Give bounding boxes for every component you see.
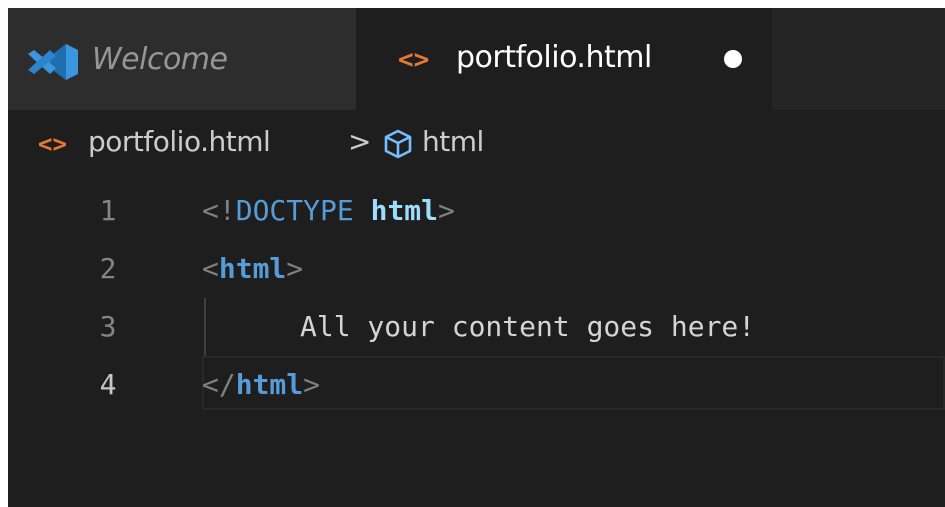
code-line[interactable]: 2 <html> xyxy=(8,240,945,298)
code-punct: > xyxy=(438,194,455,227)
code-text: </html> xyxy=(202,356,320,414)
html-code-icon: <> xyxy=(398,45,430,75)
code-punct: <! xyxy=(202,194,236,227)
code-line[interactable]: 3 All your content goes here! xyxy=(8,298,945,356)
unsaved-dot-icon[interactable] xyxy=(724,50,742,68)
code-punct: > xyxy=(286,252,304,285)
code-text: <html> xyxy=(202,240,303,298)
code-keyword: DOCTYPE xyxy=(235,194,354,227)
code-line[interactable]: 4 </html> xyxy=(8,356,945,414)
breadcrumb-file[interactable]: portfolio.html xyxy=(88,122,271,162)
tab-bar: Welcome <> portfolio.html xyxy=(8,8,945,110)
tab-portfolio-html[interactable]: <> portfolio.html xyxy=(356,8,772,110)
tab-welcome-label: Welcome xyxy=(92,42,228,77)
code-punct: </ xyxy=(202,368,236,401)
code-attribute: html xyxy=(370,194,439,227)
code-editor[interactable]: 1 <!DOCTYPE html> 2 <html> 3 All your co… xyxy=(8,182,945,507)
cube-icon xyxy=(384,129,412,159)
code-line[interactable]: 1 <!DOCTYPE html> xyxy=(8,182,945,240)
tab-portfolio-html-label: portfolio.html xyxy=(456,40,652,75)
line-number: 1 xyxy=(99,194,117,227)
vscode-logo-icon xyxy=(28,44,78,80)
code-tag: html xyxy=(235,368,304,401)
breadcrumb-html-code-icon: <> xyxy=(38,130,67,158)
code-text: All your content goes here! xyxy=(300,310,756,343)
breadcrumb-separator: > xyxy=(348,125,372,158)
code-punct: < xyxy=(202,252,219,285)
line-number: 3 xyxy=(99,310,117,343)
tab-welcome[interactable]: Welcome xyxy=(8,8,356,110)
breadcrumb: <> portfolio.html > html xyxy=(8,110,945,182)
code-punct: > xyxy=(303,368,321,401)
code-text: <!DOCTYPE html> xyxy=(202,182,455,240)
code-tag: html xyxy=(218,252,287,285)
line-number: 2 xyxy=(99,252,117,285)
breadcrumb-symbol[interactable]: html xyxy=(422,122,484,162)
line-number-current: 4 xyxy=(99,368,117,401)
editor-window: Welcome <> portfolio.html <> portfolio.h… xyxy=(8,8,945,507)
